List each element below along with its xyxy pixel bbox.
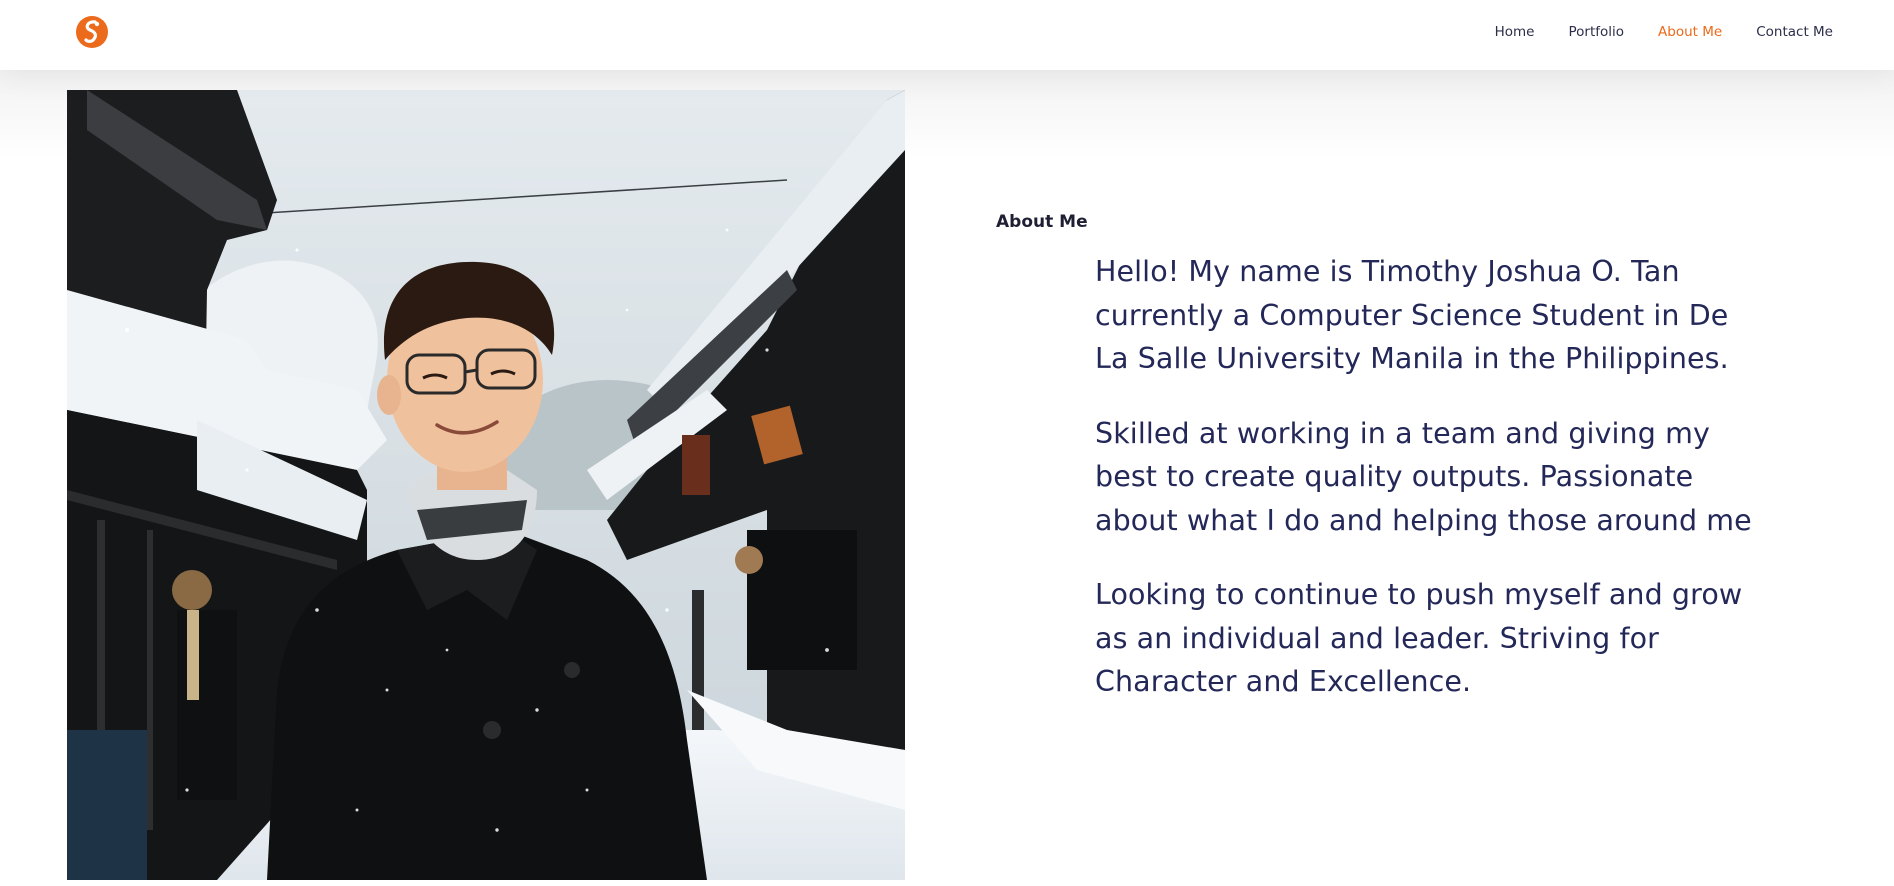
profile-photo-illustration — [67, 90, 905, 880]
about-paragraph: Looking to continue to push myself and g… — [1095, 578, 1743, 698]
nav-contact-me[interactable]: Contact Me — [1756, 24, 1833, 40]
profile-photo — [67, 90, 905, 880]
main-nav: Home Portfolio About Me Contact Me — [1461, 24, 1833, 40]
site-logo[interactable] — [75, 15, 109, 49]
site-header: Home Portfolio About Me Contact Me — [0, 0, 1894, 70]
about-body: Hello! My name is Timothy Joshua O. Tan … — [1095, 250, 1755, 735]
about-paragraph: Hello! My name is Timothy Joshua O. Tan … — [1095, 255, 1729, 375]
about-paragraph: Skilled at working in a team and giving … — [1095, 416, 1752, 537]
about-heading: About Me — [996, 212, 1088, 232]
nav-portfolio[interactable]: Portfolio — [1569, 24, 1625, 40]
nav-about-me[interactable]: About Me — [1658, 24, 1722, 40]
nav-home[interactable]: Home — [1495, 24, 1535, 40]
swirl-s-logo-icon — [76, 16, 108, 48]
